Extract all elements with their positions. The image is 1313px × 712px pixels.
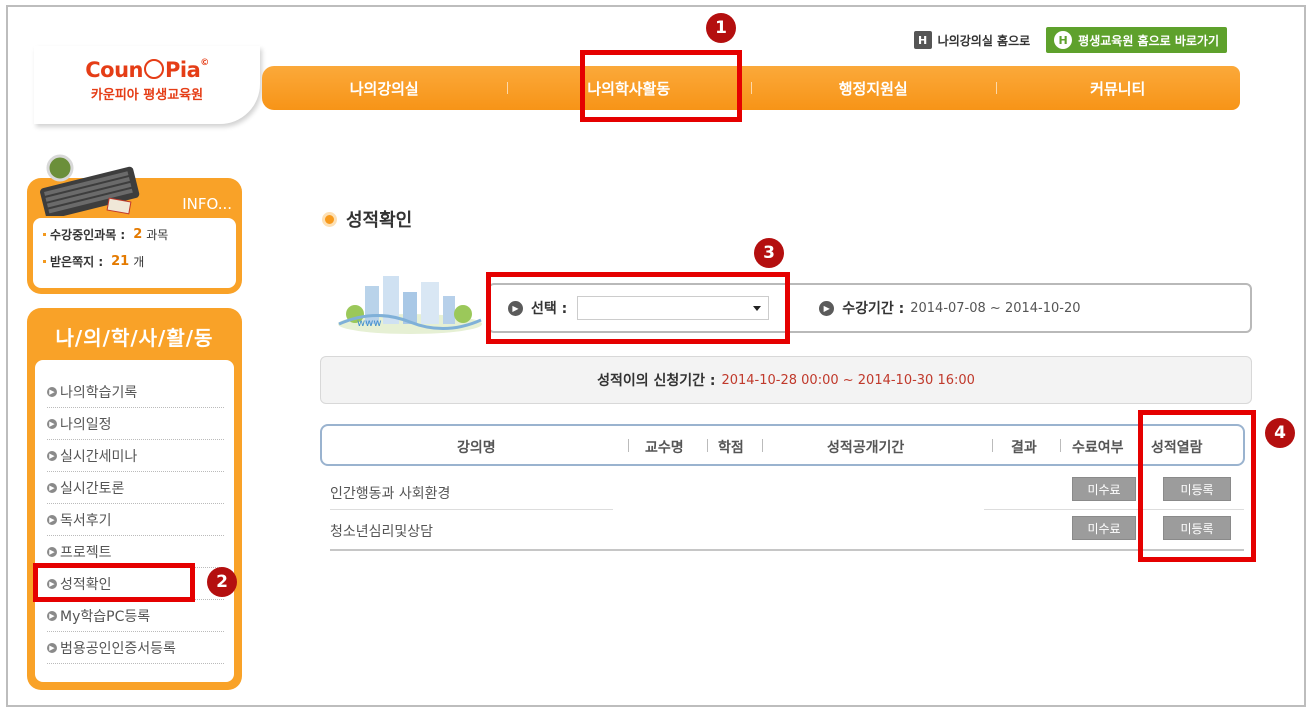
col-grade-open-period: 성적공개기간 — [827, 440, 905, 456]
col-credit: 학점 — [718, 440, 744, 456]
my-classroom-home-label: 나의강의실 홈으로 — [937, 33, 1031, 48]
col-professor: 교수명 — [645, 440, 684, 456]
menu-item-live-discussion[interactable]: ▶ 실시간토론 — [47, 472, 224, 504]
menu-item-label: My학습PC등록 — [60, 608, 151, 625]
annotation-box-grade-view — [1138, 410, 1256, 562]
arrow-right-icon: ▶ — [47, 610, 57, 621]
logo-pia: Pia — [164, 58, 201, 82]
academic-menu-title: 나/의/학/사/활/동 — [55, 326, 214, 350]
home-circle-h-icon: H — [1054, 31, 1073, 49]
menu-item-certificate-register[interactable]: ▶ 범용공인인증서등록 — [47, 632, 224, 664]
table-bottom-border — [330, 549, 1244, 551]
study-period-value: 2014-07-08 ~ 2014-10-20 — [910, 300, 1081, 316]
grade-appeal-period: 성적이의 신청기간 : 2014-10-28 00:00 ~ 2014-10-3… — [320, 356, 1252, 404]
column-divider — [992, 439, 993, 452]
info-row-courses: 수강중인과목 : 2 과목 — [43, 226, 226, 243]
annotation-badge-2: 2 — [207, 567, 237, 597]
menu-item-book-review[interactable]: ▶ 독서후기 — [47, 504, 224, 536]
logo-coun: Coun — [85, 58, 143, 82]
annotation-box-select — [486, 272, 790, 344]
column-divider — [628, 439, 629, 452]
annotation-badge-3: 3 — [754, 238, 784, 268]
arrow-right-icon: ▶ — [47, 642, 57, 653]
completion-status-button[interactable]: 미수료 — [1072, 516, 1136, 540]
info-courses-label: 수강중인과목 : — [50, 228, 126, 242]
info-messages-value[interactable]: 21 — [111, 254, 129, 269]
info-courses-unit: 과목 — [146, 228, 169, 242]
menu-item-live-seminar[interactable]: ▶ 실시간세미나 — [47, 440, 224, 472]
completion-status-button[interactable]: 미수료 — [1072, 477, 1136, 501]
study-period-label: 수강기간 : — [842, 301, 905, 317]
arrow-right-icon: ▶ — [47, 386, 57, 397]
logo-korean: 카운피아 평생교육원 — [90, 88, 204, 103]
arrow-right-icon: ▶ — [819, 300, 835, 316]
menu-item-label: 범용공인인증서등록 — [60, 640, 176, 657]
academic-menu-list: ▶ 나의학습기록 ▶ 나의일정 ▶ 실시간세미나 ▶ 실시간토론 ▶ 독서후기 ▶ 프로젝트… — [35, 360, 234, 682]
mascot-icon — [143, 59, 164, 79]
title-bullet-icon — [322, 211, 337, 227]
institute-home-label: 평생교육원 홈으로 바로가기 — [1078, 33, 1219, 48]
study-period: ▶ 수강기간 : 2014-07-08 ~ 2014-10-20 — [819, 298, 1081, 318]
col-course-name: 강의명 — [457, 440, 496, 456]
bullet-icon — [43, 233, 46, 236]
col-completion: 수료여부 — [1072, 440, 1124, 456]
course-name: 인간행동과 사회환경 — [330, 486, 451, 502]
city-illustration: www — [338, 276, 482, 334]
top-links: H 나의강의실 홈으로 H 평생교육원 홈으로 바로가기 — [913, 27, 1227, 53]
column-divider — [1060, 439, 1061, 452]
menu-item-label: 독서후기 — [60, 512, 112, 529]
info-messages-label: 받은쪽지 : — [50, 255, 104, 269]
info-title: INFO... — [182, 195, 232, 213]
arrow-right-icon: ▶ — [47, 418, 57, 429]
grade-appeal-label: 성적이의 신청기간 : — [597, 373, 716, 389]
page-title-text: 성적확인 — [346, 210, 413, 231]
info-content: 수강중인과목 : 2 과목 받은쪽지 : 21 개 — [33, 218, 236, 288]
logo-english: Coun Pia© — [34, 58, 260, 82]
course-name: 청소년심리및상담 — [330, 524, 434, 540]
annotation-box-menu — [33, 563, 195, 602]
logo-registered-mark: © — [200, 58, 209, 68]
col-result: 결과 — [1011, 440, 1037, 456]
nav-community[interactable]: 커뮤니티 — [995, 78, 1241, 99]
menu-item-label: 나의일정 — [60, 416, 112, 433]
home-h-icon: H — [913, 31, 932, 49]
arrow-right-icon: ▶ — [47, 514, 57, 525]
site-logo[interactable]: Coun Pia© 카운피아 평생교육원 — [34, 46, 260, 124]
grade-appeal-value: 2014-10-28 00:00 ~ 2014-10-30 16:00 — [721, 372, 975, 388]
menu-item-learning-record[interactable]: ▶ 나의학습기록 — [47, 376, 224, 408]
institute-home-link[interactable]: H 평생교육원 홈으로 바로가기 — [1046, 27, 1227, 53]
main-nav: 나의강의실 나의학사활동 행정지원실 커뮤니티 — [262, 66, 1240, 110]
arrow-right-icon: ▶ — [47, 546, 57, 557]
my-classroom-home-link[interactable]: H 나의강의실 홈으로 — [913, 31, 1031, 49]
info-row-messages: 받은쪽지 : 21 개 — [43, 253, 226, 270]
bullet-icon — [43, 260, 46, 263]
info-courses-value[interactable]: 2 — [133, 227, 142, 242]
menu-item-label: 실시간세미나 — [60, 448, 138, 465]
nav-my-classroom[interactable]: 나의강의실 — [262, 78, 507, 99]
city-www-text: www — [357, 318, 382, 329]
page-title: 성적확인 — [322, 206, 412, 232]
nav-admin-support[interactable]: 행정지원실 — [751, 78, 996, 99]
menu-item-pc-register[interactable]: ▶ My학습PC등록 — [47, 600, 224, 632]
menu-item-label: 나의학습기록 — [60, 384, 138, 401]
row-divider — [330, 509, 613, 510]
grade-table-header: 강의명 교수명 학점 성적공개기간 결과 수료여부 성적열람 — [320, 424, 1245, 466]
arrow-right-icon: ▶ — [47, 482, 57, 493]
column-divider — [762, 439, 763, 452]
menu-item-label: 실시간토론 — [60, 480, 125, 497]
arrow-right-icon: ▶ — [47, 450, 57, 461]
keyboard-illustration — [40, 154, 140, 216]
annotation-box-nav — [580, 50, 742, 122]
info-messages-unit: 개 — [133, 255, 145, 269]
annotation-badge-4: 4 — [1265, 418, 1295, 448]
menu-item-label: 프로젝트 — [60, 544, 112, 561]
academic-menu-panel: 나/의/학/사/활/동 ▶ 나의학습기록 ▶ 나의일정 ▶ 실시간세미나 ▶ 실시간토론… — [27, 308, 242, 690]
menu-item-schedule[interactable]: ▶ 나의일정 — [47, 408, 224, 440]
column-divider — [707, 439, 708, 452]
annotation-badge-1: 1 — [706, 13, 736, 43]
